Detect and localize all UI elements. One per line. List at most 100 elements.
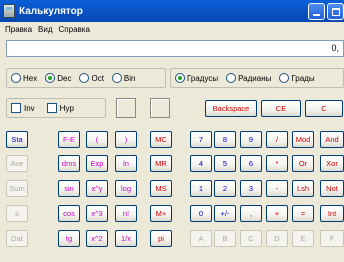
title-bar: Калькулятор <box>0 0 344 22</box>
radio-radians[interactable]: Радианы <box>226 73 271 83</box>
radio-dec[interactable]: Dec <box>45 73 71 83</box>
number-base-group: Hex Dec Oct Bin <box>6 68 166 88</box>
pad-key-0-3[interactable]: / <box>266 131 288 148</box>
sci-col4-key-2[interactable]: log <box>115 180 137 197</box>
minimize-icon <box>313 13 320 16</box>
pad-key-3-4[interactable]: = <box>292 205 314 222</box>
radio-grads-label: Грады <box>291 73 315 83</box>
radio-grads-dot <box>279 73 290 83</box>
sci-col4-key-4[interactable]: 1/x <box>115 230 137 247</box>
sci-col2-key-4[interactable]: tg <box>58 230 80 247</box>
radio-bin-dot <box>111 73 122 83</box>
sci-col3-key-2[interactable]: x^y <box>86 180 108 197</box>
pad-key-4-2: C <box>240 230 262 247</box>
radio-bin[interactable]: Bin <box>111 73 136 83</box>
pad-key-2-0[interactable]: 1 <box>190 180 212 197</box>
sci-col1-key-0[interactable]: Sta <box>6 131 28 148</box>
mem-col-key-4[interactable]: pi <box>150 230 172 247</box>
sci-col2-key-2[interactable]: sin <box>58 180 80 197</box>
window-controls <box>306 3 344 20</box>
sci-col1-key-2: Sum <box>6 180 28 197</box>
radio-dec-dot <box>45 73 56 83</box>
pad-key-2-2[interactable]: 3 <box>240 180 262 197</box>
radio-hex-label: Hex <box>23 73 38 83</box>
sci-col3-key-3[interactable]: x^3 <box>86 205 108 222</box>
pad-key-0-4[interactable]: Mod <box>292 131 314 148</box>
clear-entry-button[interactable]: CE <box>261 100 301 117</box>
inv-label: Inv <box>24 103 35 113</box>
pad-key-0-5[interactable]: And <box>320 131 344 148</box>
sci-col1-key-4: Dat <box>6 230 28 247</box>
inv-hyp-group: Inv Hyp <box>6 98 106 118</box>
menu-edit[interactable]: Правка <box>5 25 32 34</box>
pad-key-0-0[interactable]: 7 <box>190 131 212 148</box>
clear-button[interactable]: C <box>305 100 343 117</box>
sci-col2-key-0[interactable]: F-E <box>58 131 80 148</box>
pad-key-2-1[interactable]: 2 <box>214 180 236 197</box>
hyp-checkbox-box <box>46 103 57 113</box>
pad-key-4-4: E <box>292 230 314 247</box>
pad-key-3-5[interactable]: Int <box>320 205 344 222</box>
inv-checkbox[interactable]: Inv <box>11 103 35 113</box>
pad-key-2-3[interactable]: - <box>266 180 288 197</box>
mem-col-key-2[interactable]: MS <box>150 180 172 197</box>
radio-degrees[interactable]: Градусы <box>175 73 218 83</box>
hyp-checkbox[interactable]: Hyp <box>46 103 74 113</box>
sci-col4-key-0[interactable]: ) <box>115 131 137 148</box>
pad-key-4-3: D <box>266 230 288 247</box>
sci-col1-key-1: Ave <box>6 155 28 172</box>
window-title: Калькулятор <box>19 5 83 17</box>
sci-col4-key-1[interactable]: ln <box>115 155 137 172</box>
menu-bar: Правка Вид Справка <box>0 22 344 36</box>
radio-radians-dot <box>226 73 237 83</box>
hyp-label: Hyp <box>59 103 74 113</box>
radio-grads[interactable]: Грады <box>279 73 315 83</box>
sci-col4-key-3[interactable]: n! <box>115 205 137 222</box>
mem-col-key-3[interactable]: M+ <box>150 205 172 222</box>
sci-col2-key-1[interactable]: dms <box>58 155 80 172</box>
menu-view[interactable]: Вид <box>38 25 52 34</box>
maximize-button[interactable] <box>327 3 344 20</box>
pad-key-3-2[interactable]: , <box>240 205 262 222</box>
radio-degrees-dot <box>175 73 185 83</box>
radio-oct-label: Oct <box>91 73 104 83</box>
pad-key-4-5: F <box>320 230 344 247</box>
mem-col-key-0[interactable]: MC <box>150 131 172 148</box>
radio-oct-dot <box>79 73 90 83</box>
pad-key-1-0[interactable]: 4 <box>190 155 212 172</box>
pad-key-1-2[interactable]: 6 <box>240 155 262 172</box>
pad-key-2-4[interactable]: Lsh <box>292 180 314 197</box>
pad-key-3-0[interactable]: 0 <box>190 205 212 222</box>
backspace-button[interactable]: Backspace <box>205 100 257 117</box>
pad-key-0-1[interactable]: 8 <box>214 131 236 148</box>
radio-degrees-label: Градусы <box>187 73 219 83</box>
memory-indicator <box>150 98 170 118</box>
parenthesis-indicator <box>116 98 136 118</box>
radio-hex-dot <box>11 73 21 83</box>
pad-key-3-1[interactable]: +/- <box>214 205 236 222</box>
radio-hex[interactable]: Hex <box>11 73 37 83</box>
radio-radians-label: Радианы <box>238 73 272 83</box>
sci-col1-key-3: s <box>6 205 28 222</box>
result-display: 0, <box>6 40 344 57</box>
pad-key-2-5[interactable]: Not <box>320 180 344 197</box>
minimize-button[interactable] <box>308 3 325 20</box>
sci-col3-key-4[interactable]: x^2 <box>86 230 108 247</box>
pad-key-3-3[interactable]: + <box>266 205 288 222</box>
calculator-icon <box>3 4 15 18</box>
pad-key-1-4[interactable]: Or <box>292 155 314 172</box>
radio-bin-label: Bin <box>123 73 136 83</box>
pad-key-1-5[interactable]: Xor <box>320 155 344 172</box>
menu-help[interactable]: Справка <box>59 25 90 34</box>
pad-key-4-1: B <box>214 230 236 247</box>
sci-col2-key-3[interactable]: cos <box>58 205 80 222</box>
sci-col3-key-1[interactable]: Exp <box>86 155 108 172</box>
radio-dec-label: Dec <box>57 73 72 83</box>
pad-key-1-3[interactable]: * <box>266 155 288 172</box>
angle-unit-group: Градусы Радианы Грады <box>170 68 344 88</box>
sci-col3-key-0[interactable]: ( <box>86 131 108 148</box>
pad-key-0-2[interactable]: 9 <box>240 131 262 148</box>
mem-col-key-1[interactable]: MR <box>150 155 172 172</box>
pad-key-1-1[interactable]: 5 <box>214 155 236 172</box>
radio-oct[interactable]: Oct <box>79 73 104 83</box>
